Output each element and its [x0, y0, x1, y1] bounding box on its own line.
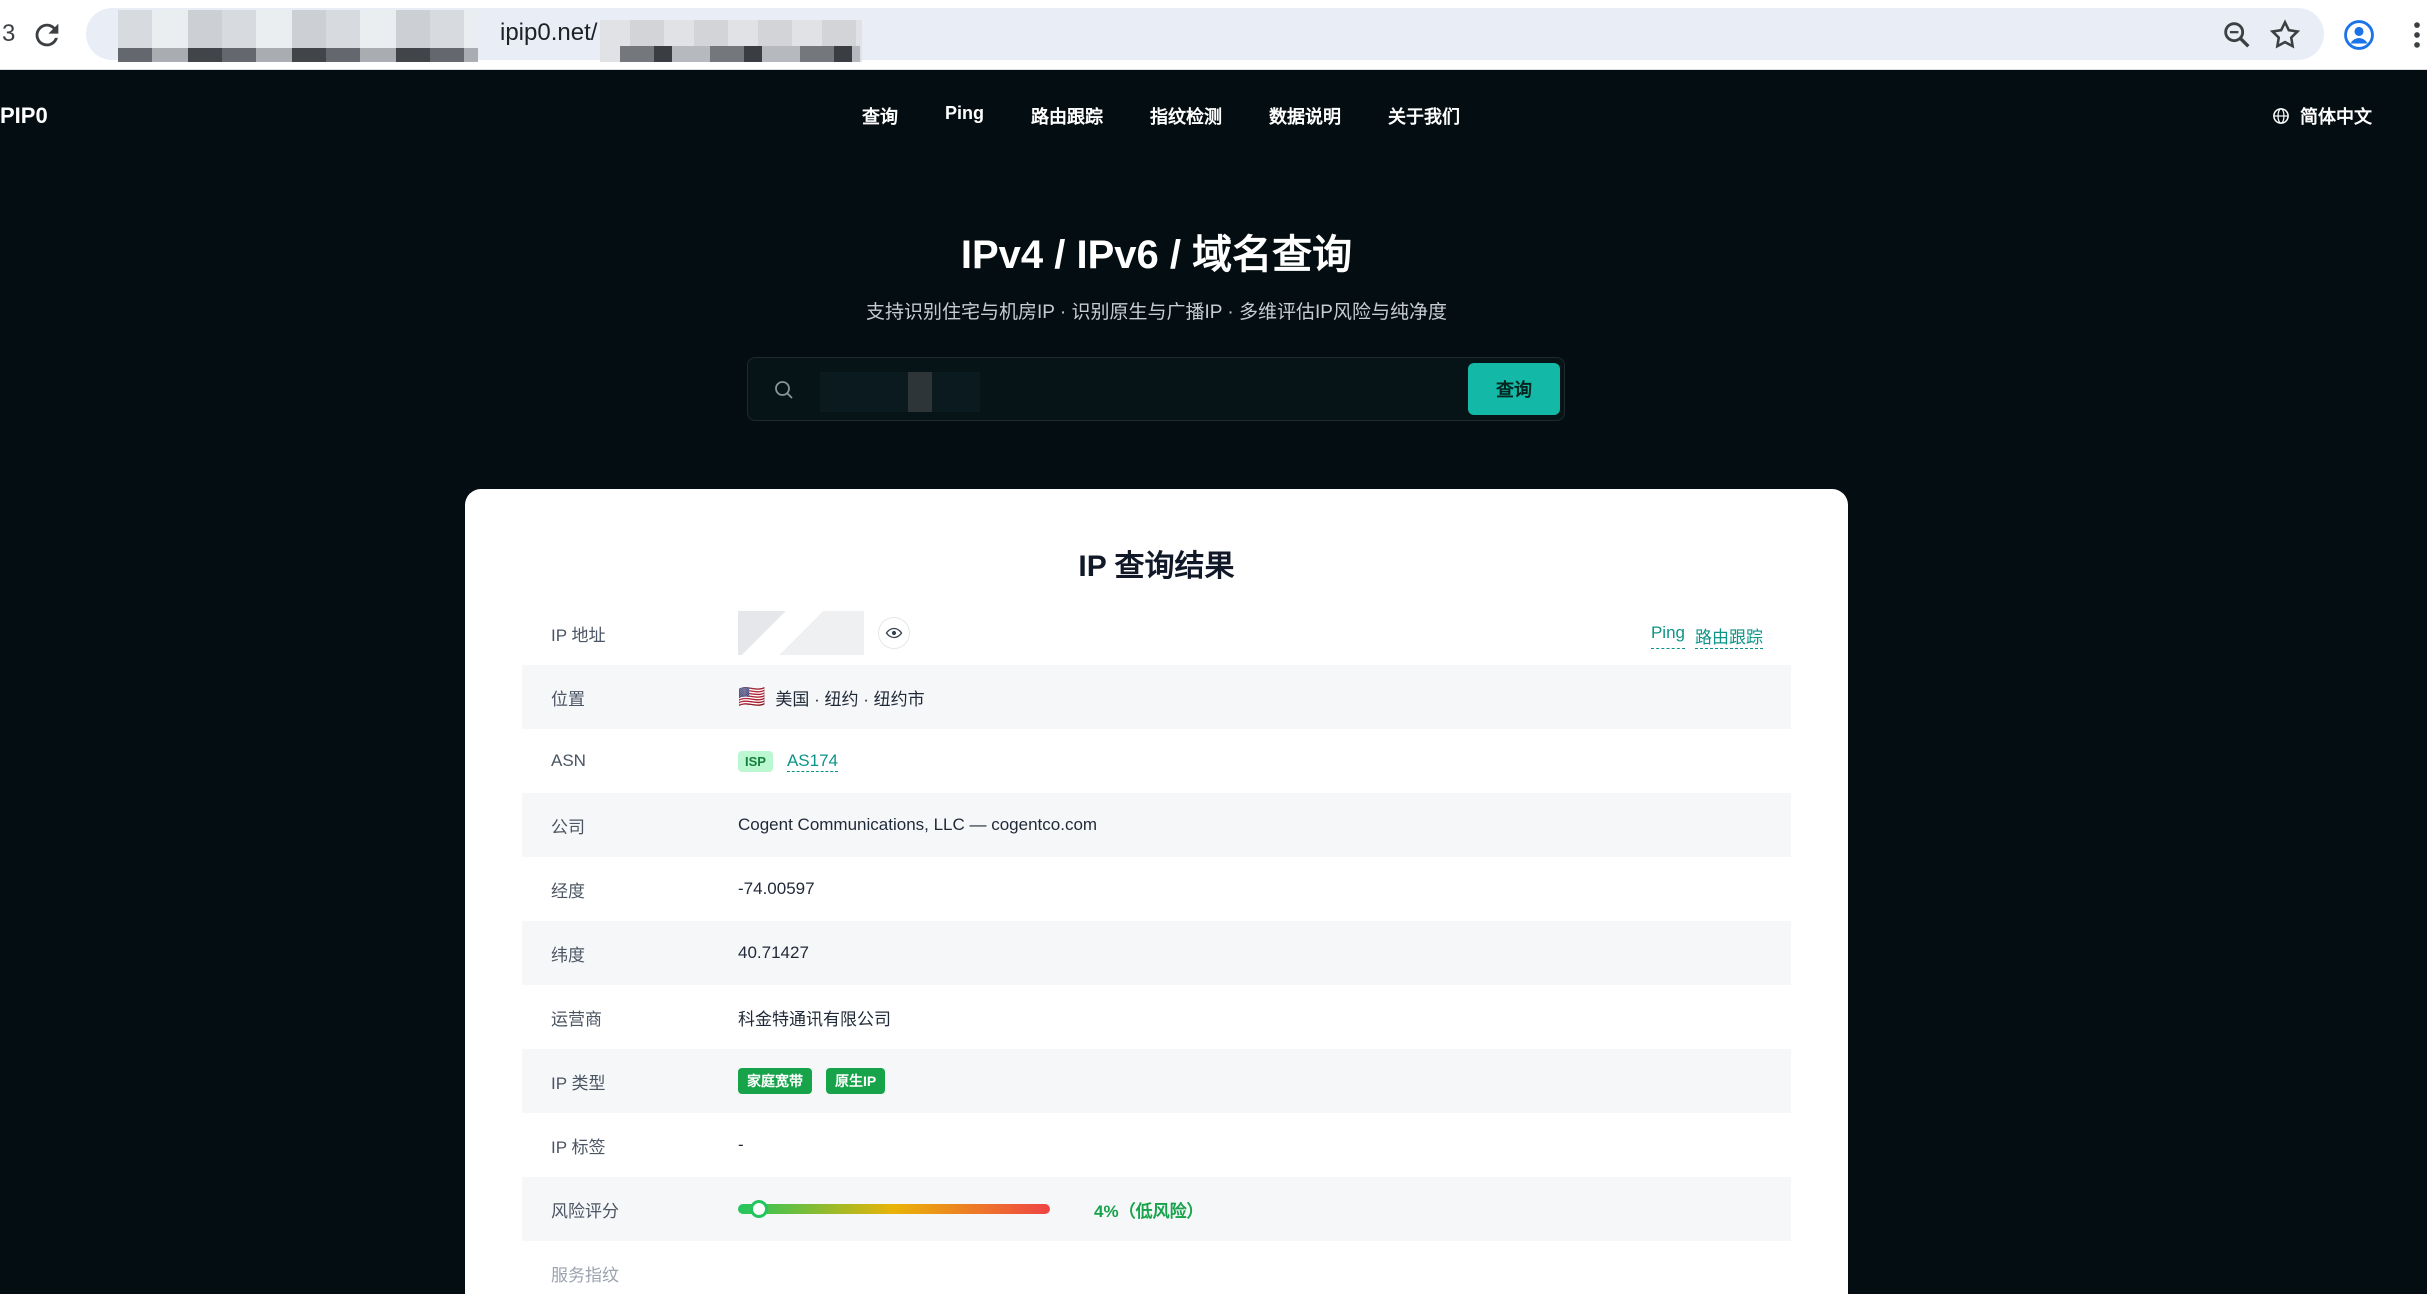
ping-link[interactable]: Ping [1650, 623, 1685, 649]
hero-subtitle: 支持识别住宅与机房IP · 识别原生与广播IP · 多维评估IP风险与纯净度 [866, 302, 1447, 323]
row-latitude: 纬度 40.71427 [522, 921, 1791, 985]
result-table: IP 地址 Ping 路由跟踪 位置 🇺🇸 美国 · 纽约 · 纽约市 ASN [522, 601, 1791, 1294]
longitude-value: -74.00597 [738, 879, 815, 898]
profile-icon[interactable] [2342, 18, 2376, 52]
traceroute-link[interactable]: 路由跟踪 [1695, 623, 1763, 649]
company-value: Cogent Communications, LLC — cogentco.co… [738, 815, 1098, 834]
latitude-label: 纬度 [551, 945, 585, 965]
reload-icon[interactable] [30, 18, 64, 52]
ip-type-label: IP 类型 [551, 1073, 606, 1093]
zoom-icon[interactable] [2220, 18, 2254, 52]
nav-about[interactable]: 关于我们 [1388, 103, 1460, 129]
bookmark-star-icon[interactable] [2268, 18, 2302, 52]
asn-link[interactable]: AS174 [786, 751, 839, 772]
row-location: 位置 🇺🇸 美国 · 纽约 · 纽约市 [522, 665, 1791, 729]
url-text[interactable]: ipip0.net/ [500, 19, 597, 47]
globe-icon [2273, 108, 2289, 124]
result-title: IP 查询结果 [1078, 550, 1235, 583]
redacted-ip [738, 611, 864, 655]
longitude-label: 经度 [551, 881, 585, 901]
row-risk-score: 风险评分 4%（低风险） [522, 1177, 1791, 1241]
risk-value: 4%（低风险） [1094, 1201, 1204, 1221]
row-company: 公司 Cogent Communications, LLC — cogentco… [522, 793, 1791, 857]
risk-label: 风险评分 [551, 1201, 619, 1221]
carrier-label: 运营商 [551, 1009, 602, 1029]
ip-tag-label: IP 标签 [551, 1137, 606, 1157]
location-label: 位置 [551, 689, 585, 709]
language-label: 简体中文 [2300, 107, 2372, 127]
search-box: 查询 [747, 357, 1565, 421]
nav-traceroute[interactable]: 路由跟踪 [1031, 103, 1103, 129]
carrier-value: 科金特通讯有限公司 [738, 1009, 891, 1029]
eye-icon[interactable] [878, 617, 910, 649]
redacted-tabs [118, 10, 478, 62]
row-ip-address: IP 地址 Ping 路由跟踪 [522, 601, 1791, 665]
nav-query[interactable]: 查询 [862, 103, 898, 129]
row-ip-type: IP 类型 家庭宽带 原生IP [522, 1049, 1791, 1113]
ip-type-badge-residential: 家庭宽带 [738, 1068, 812, 1094]
row-asn: ASN ISP AS174 [522, 729, 1791, 793]
search-input[interactable] [808, 364, 1408, 414]
nav-data-info[interactable]: 数据说明 [1269, 103, 1341, 129]
row-ip-tag: IP 标签 - [522, 1113, 1791, 1177]
menu-kebab-icon[interactable] [2400, 18, 2427, 52]
ip-tag-value: - [738, 1135, 744, 1154]
isp-badge: ISP [738, 750, 773, 772]
risk-bar [738, 1200, 1050, 1218]
fingerprint-label: 服务指纹 [551, 1265, 619, 1285]
us-flag-icon: 🇺🇸 [738, 684, 766, 709]
browser-toolbar: 3 ipip0.net/ [0, 0, 2427, 70]
location-value: 美国 · 纽约 · 纽约市 [775, 689, 925, 709]
site-logo[interactable]: PIP0 [0, 103, 48, 129]
language-switcher[interactable]: 简体中文 [2272, 103, 2372, 129]
asn-label: ASN [551, 751, 586, 770]
main-nav: 查询 Ping 路由跟踪 指纹检测 数据说明 关于我们 [862, 103, 1507, 129]
nav-ping[interactable]: Ping [945, 103, 984, 129]
ip-type-badge-native: 原生IP [826, 1068, 886, 1094]
row-longitude: 经度 -74.00597 [522, 857, 1791, 921]
nav-fingerprint[interactable]: 指纹检测 [1150, 103, 1222, 129]
company-label: 公司 [551, 817, 585, 837]
tab-fragment: 3 [2, 20, 16, 47]
latitude-value: 40.71427 [738, 943, 809, 962]
redacted-url [600, 20, 862, 62]
search-icon [775, 381, 793, 399]
result-card: IP 查询结果 IP 地址 Ping 路由跟踪 位置 🇺🇸 美国 · 纽约 · … [465, 489, 1848, 1294]
row-service-fingerprint: 服务指纹 [522, 1241, 1791, 1294]
query-button[interactable]: 查询 [1468, 363, 1560, 415]
ip-label: IP 地址 [551, 625, 606, 645]
row-carrier: 运营商 科金特通讯有限公司 [522, 985, 1791, 1049]
risk-indicator [749, 1200, 768, 1218]
hero-title: IPv4 / IPv6 / 域名查询 [960, 233, 1353, 277]
